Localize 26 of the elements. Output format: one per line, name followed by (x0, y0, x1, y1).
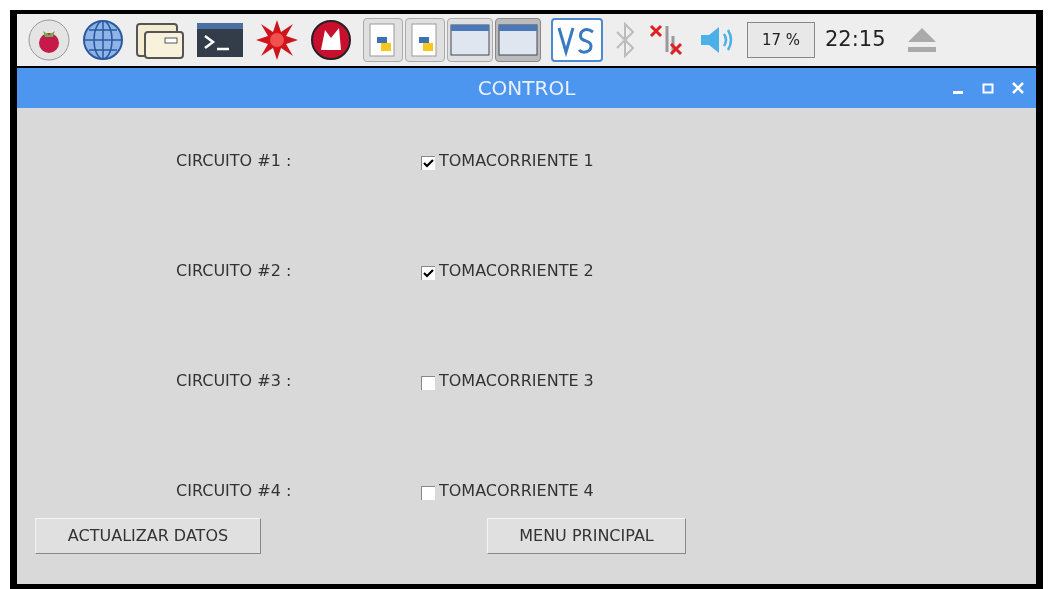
globe-icon[interactable] (81, 18, 125, 62)
circuit-label: CIRCUITO #4 : (176, 480, 293, 502)
check-icon (423, 159, 434, 168)
window-button[interactable] (447, 18, 493, 62)
check-icon (423, 269, 434, 278)
main-menu-button[interactable]: MENU PRINCIPAL (487, 518, 686, 554)
raspberry-icon[interactable] (27, 18, 71, 62)
outlet-checkbox[interactable]: TOMACORRIENTE 3 (421, 369, 594, 393)
window-title: CONTROL (476, 75, 577, 102)
circuit-label: CIRCUITO #3 : (176, 370, 293, 392)
circuit-label: CIRCUITO #1 : (176, 150, 293, 172)
close-icon[interactable] (1012, 82, 1024, 94)
terminal-icon[interactable] (195, 20, 245, 60)
python-window-button[interactable] (363, 18, 403, 62)
update-data-button[interactable]: ACTUALIZAR DATOS (35, 518, 261, 554)
maximize-icon[interactable] (982, 82, 994, 94)
clock-text[interactable]: 22:15 (825, 24, 886, 56)
circuit-label: CIRCUITO #2 : (176, 260, 293, 282)
python-window-button[interactable] (405, 18, 445, 62)
outlet-checkbox[interactable]: TOMACORRIENTE 4 (421, 479, 594, 503)
outlet-checkbox[interactable]: TOMACORRIENTE 1 (421, 149, 594, 173)
window-button[interactable] (495, 18, 541, 62)
cpu-usage-text: 17 % (761, 29, 801, 51)
outlet-checkbox[interactable]: TOMACORRIENTE 2 (421, 259, 594, 283)
folder-icon[interactable] (135, 20, 185, 60)
starburst-icon[interactable] (255, 18, 299, 62)
